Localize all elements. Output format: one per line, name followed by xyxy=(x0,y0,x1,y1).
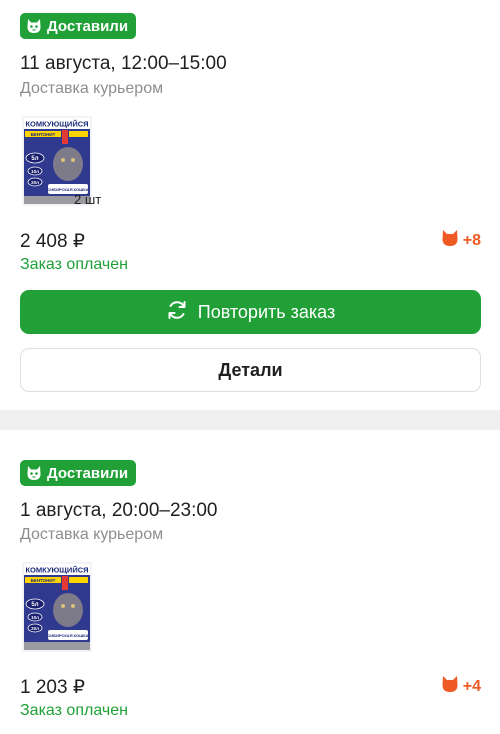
size-label: 20л xyxy=(31,180,39,185)
size-label: 20л xyxy=(31,626,39,631)
product-brand-text: КОМКУЮЩИЙСЯ xyxy=(25,120,88,129)
status-badge-label: Доставили xyxy=(47,17,129,35)
details-button[interactable]: Детали xyxy=(20,348,481,392)
payment-status: Заказ оплачен xyxy=(20,256,128,273)
status-badge: Доставили xyxy=(20,460,137,486)
cat-head-icon xyxy=(441,229,459,252)
bonus-value: +8 xyxy=(462,231,481,249)
bonus-points: +4 xyxy=(441,675,481,698)
repeat-order-label: Повторить заказ xyxy=(197,301,336,322)
bonus-value: +4 xyxy=(462,677,481,695)
status-badge-label: Доставили xyxy=(47,464,129,482)
product-line-text: СИБИРСКАЯ КОШКА xyxy=(47,633,88,638)
order-price: 2 408 ₽ xyxy=(20,231,85,252)
product-sub-text: БЕНТОНИТ xyxy=(31,132,56,137)
payment-status: Заказ оплачен xyxy=(20,702,128,719)
quantity-label: 2 шт xyxy=(74,192,102,207)
refresh-icon xyxy=(166,299,188,326)
cat-head-icon xyxy=(441,675,459,698)
product-thumbnail[interactable]: КОМКУЮЩИЙСЯ БЕНТОНИТ 5л 10л 20л СИБИРСКА… xyxy=(22,562,92,652)
delivery-date: 1 августа, 20:00–23:00 xyxy=(20,500,218,521)
size-label: 10л xyxy=(31,615,39,620)
status-badge: Доставили xyxy=(20,13,137,39)
size-label: 10л xyxy=(31,169,39,174)
repeat-order-button[interactable]: Повторить заказ xyxy=(20,290,481,334)
delivery-method: Доставка курьером xyxy=(20,80,164,97)
cat-face-icon xyxy=(26,18,42,34)
order-card[interactable]: Доставили 11 августа, 12:00–15:00 Достав… xyxy=(0,0,500,410)
order-price: 1 203 ₽ xyxy=(20,677,85,698)
delivery-method: Доставка курьером xyxy=(20,526,164,543)
order-card[interactable]: Доставили 1 августа, 20:00–23:00 Доставк… xyxy=(0,430,500,734)
size-label: 5л xyxy=(31,602,38,608)
product-sub-text: БЕНТОНИТ xyxy=(31,578,56,583)
delivery-date: 11 августа, 12:00–15:00 xyxy=(20,53,227,74)
cat-face-icon xyxy=(26,465,42,481)
size-label: 5л xyxy=(31,156,38,162)
section-divider xyxy=(0,410,500,430)
bonus-points: +8 xyxy=(441,229,481,252)
product-brand-text: КОМКУЮЩИЙСЯ xyxy=(25,566,88,575)
